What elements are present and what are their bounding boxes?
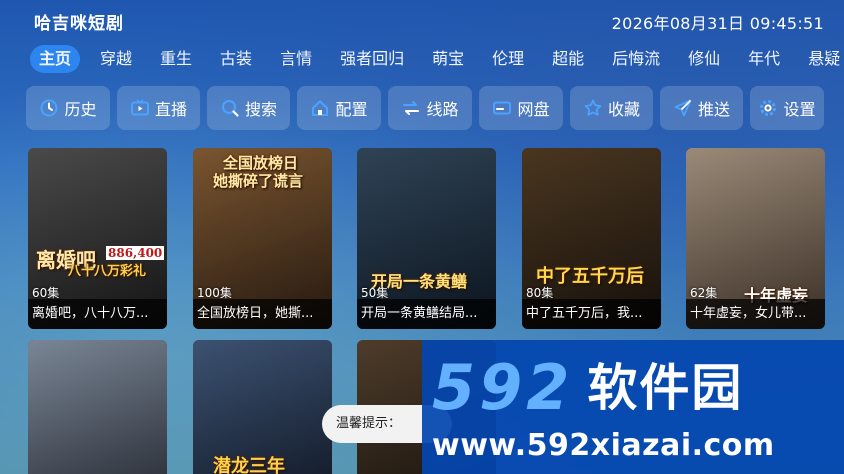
watermark-number: 592 bbox=[432, 351, 574, 424]
send-icon bbox=[673, 98, 693, 118]
drama-title: 全国放榜日，她撕... bbox=[193, 299, 332, 329]
live-label: 直播 bbox=[154, 100, 187, 119]
route-button[interactable]: 线路 bbox=[388, 86, 472, 130]
netdisk-button[interactable]: 网盘 bbox=[479, 86, 563, 130]
history-label: 历史 bbox=[64, 100, 97, 119]
settings-button[interactable]: 设置 bbox=[750, 86, 824, 130]
live-button[interactable]: 直播 bbox=[117, 86, 200, 130]
drama-title: 中了五千万后，我... bbox=[522, 299, 661, 329]
push-button[interactable]: 推送 bbox=[660, 86, 743, 130]
netdisk-label: 网盘 bbox=[517, 100, 550, 119]
tab-costume[interactable]: 古装 bbox=[212, 45, 260, 73]
search-label: 搜索 bbox=[244, 100, 277, 119]
toast-text: 温馨提示： bbox=[336, 416, 402, 431]
drama-title: 十年虚妄，女儿带... bbox=[686, 299, 825, 329]
poster-subtitle: 她撕碎了谎言 bbox=[213, 172, 304, 190]
card-icon bbox=[492, 98, 512, 118]
tv-icon bbox=[130, 98, 150, 118]
history-icon bbox=[39, 98, 59, 118]
tab-era[interactable]: 年代 bbox=[740, 45, 788, 73]
app-title: 哈吉咪短剧 bbox=[34, 14, 124, 34]
drama-card[interactable]: 全国放榜日 她撕碎了谎言 100集 全国放榜日，她撕... bbox=[193, 148, 332, 329]
poster-title: 潜龙三年 bbox=[213, 456, 285, 474]
tab-time-travel[interactable]: 穿越 bbox=[92, 45, 140, 73]
push-label: 推送 bbox=[697, 100, 730, 119]
settings-label: 设置 bbox=[783, 100, 816, 119]
tab-rebirth[interactable]: 重生 bbox=[152, 45, 200, 73]
tab-romance[interactable]: 言情 bbox=[272, 45, 320, 73]
category-tabs: 主页 穿越 重生 古装 言情 强者回归 萌宝 伦理 超能 后悔流 修仙 年代 悬… bbox=[30, 44, 844, 74]
datetime-display: 2026年08月31日 09:45:51 bbox=[611, 14, 824, 33]
drama-card[interactable]: 中了五千万后 80集 中了五千万后，我... bbox=[522, 148, 661, 329]
poster-image bbox=[28, 340, 167, 474]
toolbar: 历史 直播 搜索 配置 线路 网盘 收藏 推送 设置 bbox=[26, 86, 831, 130]
favorites-button[interactable]: 收藏 bbox=[570, 86, 653, 130]
config-label: 配置 bbox=[335, 100, 368, 119]
switch-icon bbox=[401, 98, 421, 118]
search-icon bbox=[220, 98, 240, 118]
tab-regret[interactable]: 后悔流 bbox=[604, 45, 668, 73]
tab-cute-baby[interactable]: 萌宝 bbox=[424, 45, 472, 73]
tab-cultivation[interactable]: 修仙 bbox=[680, 45, 728, 73]
home-icon bbox=[310, 98, 330, 118]
drama-card[interactable]: 潜龙三年 bbox=[193, 340, 332, 474]
drama-card[interactable]: 开局一条黄鳝 50集 开局一条黄鳝结局... bbox=[357, 148, 496, 329]
tab-superpower[interactable]: 超能 bbox=[544, 45, 592, 73]
drama-card[interactable]: 离婚吧 八十八万彩礼 886,400 60集 离婚吧，八十八万... bbox=[28, 148, 167, 329]
price-tag: 886,400 bbox=[106, 246, 165, 260]
watermark-url: www.592xiazai.com bbox=[432, 428, 775, 463]
route-label: 线路 bbox=[426, 100, 459, 119]
tab-ethics[interactable]: 伦理 bbox=[484, 45, 532, 73]
drama-card[interactable] bbox=[28, 340, 167, 474]
drama-title: 开局一条黄鳝结局... bbox=[357, 299, 496, 329]
tab-suspense[interactable]: 悬疑 bbox=[800, 45, 844, 73]
watermark-brand: 592 软件园 bbox=[432, 351, 836, 424]
tab-strong-return[interactable]: 强者回归 bbox=[332, 45, 412, 73]
watermark-logo: 592 软件园 www.592xiazai.com bbox=[422, 340, 844, 474]
watermark-name: 软件园 bbox=[587, 359, 744, 417]
drama-card[interactable]: 十年虚妄 62集 十年虚妄，女儿带... bbox=[686, 148, 825, 329]
config-button[interactable]: 配置 bbox=[297, 86, 381, 130]
favorites-label: 收藏 bbox=[607, 100, 640, 119]
top-bar: 哈吉咪短剧 2026年08月31日 09:45:51 bbox=[0, 0, 844, 40]
tab-home[interactable]: 主页 bbox=[30, 45, 81, 73]
drama-title: 离婚吧，八十八万... bbox=[28, 299, 167, 329]
search-button[interactable]: 搜索 bbox=[207, 86, 290, 130]
gear-icon bbox=[758, 98, 778, 118]
star-icon bbox=[583, 98, 603, 118]
history-button[interactable]: 历史 bbox=[26, 86, 110, 130]
poster-subtitle: 八十八万彩礼 bbox=[68, 264, 147, 279]
